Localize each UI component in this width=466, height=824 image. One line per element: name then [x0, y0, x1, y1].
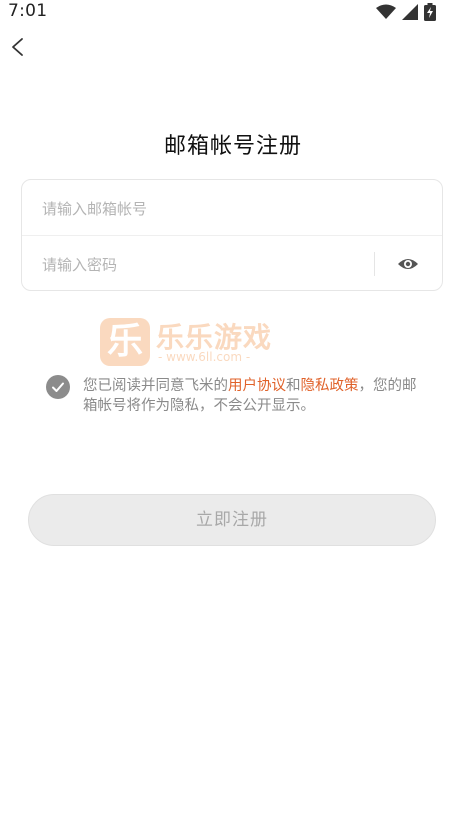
agreement-text: 您已阅读并同意飞米的用户协议和隐私政策，您的邮箱帐号将作为隐私，不会公开显示。 — [83, 376, 423, 416]
divider — [374, 252, 375, 276]
email-row — [22, 180, 442, 238]
watermark: 乐 乐乐游戏 - www.6ll.com - — [100, 316, 280, 370]
watermark-logo: 乐 — [100, 318, 150, 366]
status-bar: 7:01 — [0, 0, 466, 26]
agreement-checkbox[interactable] — [46, 375, 70, 399]
check-icon — [52, 382, 64, 392]
email-input[interactable] — [40, 180, 364, 238]
agreement-and: 和 — [286, 378, 301, 394]
eye-icon — [398, 259, 418, 269]
status-icons — [376, 3, 436, 21]
privacy-link[interactable]: 隐私政策 — [301, 378, 359, 394]
signal-icon — [402, 4, 418, 20]
password-row — [22, 236, 442, 294]
watermark-url: - www.6ll.com - — [158, 350, 251, 364]
agreement-prefix: 您已阅读并同意飞米的 — [83, 378, 228, 394]
password-input[interactable] — [40, 236, 364, 294]
page-title: 邮箱帐号注册 — [163, 134, 302, 159]
register-page: 7:01 邮箱帐号注册 请输入邮箱帐号 乐 乐乐游戏 - www.6ll.com… — [0, 0, 466, 824]
register-button[interactable]: 立即注册 — [28, 494, 436, 546]
chevron-left-icon — [12, 38, 23, 56]
show-password-toggle[interactable] — [397, 253, 419, 275]
register-form — [21, 179, 443, 294]
wifi-icon — [376, 4, 396, 19]
battery-charging-icon — [424, 3, 436, 21]
terms-link[interactable]: 用户协议 — [228, 378, 286, 394]
back-button[interactable] — [8, 36, 30, 58]
status-time: 7:01 — [8, 1, 48, 21]
